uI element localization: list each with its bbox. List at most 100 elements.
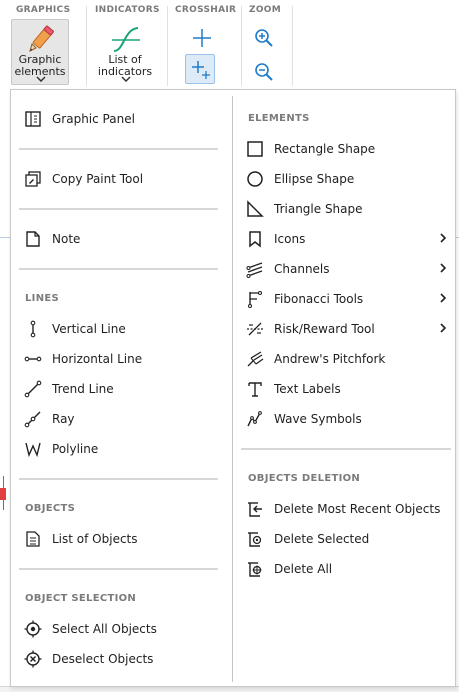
- menu-item-list-of-objects[interactable]: List of Objects: [17, 525, 222, 553]
- note-icon: [26, 231, 40, 247]
- section-header-object-selection: OBJECT SELECTION: [25, 593, 137, 604]
- list-of-indicators-button[interactable]: List of indicators: [96, 19, 154, 85]
- menu-item-ray[interactable]: Ray: [17, 405, 222, 433]
- channels-icon: [246, 262, 263, 278]
- menu-item-label: Trend Line: [52, 382, 114, 396]
- bookmark-icon: [249, 231, 261, 248]
- trend-line-icon: [24, 380, 42, 398]
- menu-item-polyline[interactable]: Polyline: [17, 435, 222, 463]
- menu-item-ellipse-shape[interactable]: Ellipse Shape: [239, 165, 449, 193]
- menu-separator: [19, 208, 218, 210]
- chevron-down-icon: [121, 76, 131, 82]
- menu-item-label: Select All Objects: [52, 622, 157, 636]
- menu-item-select-all-objects[interactable]: Select All Objects: [17, 615, 222, 643]
- horizontal-line-icon: [24, 356, 42, 362]
- menu-item-label: Wave Symbols: [274, 412, 362, 426]
- menu-item-label: Channels: [274, 262, 330, 276]
- menu-item-andrews-pitchfork[interactable]: Andrew's Pitchfork: [239, 345, 449, 373]
- polyline-icon: [25, 442, 41, 458]
- chart-candle: [0, 488, 6, 500]
- menu-separator: [241, 448, 451, 450]
- menu-item-label: Rectangle Shape: [274, 142, 376, 156]
- menu-separator: [19, 478, 218, 480]
- rectangle-icon: [247, 141, 263, 157]
- menu-item-label: Horizontal Line: [52, 352, 143, 366]
- graphic-elements-label: Graphic elements: [14, 53, 66, 78]
- delete-all-icon: [248, 562, 262, 577]
- menu-item-copy-paint-tool[interactable]: Copy Paint Tool: [17, 165, 222, 193]
- zoom-in-icon: [255, 29, 273, 47]
- section-header-objects: OBJECTS: [25, 503, 76, 514]
- menu-item-label: Andrew's Pitchfork: [274, 352, 386, 366]
- menu-item-label: Note: [52, 232, 81, 246]
- list-of-indicators-label: List of indicators: [97, 53, 153, 78]
- menu-item-label: List of Objects: [52, 532, 138, 546]
- menu-separator: [19, 148, 218, 150]
- menu-item-label: Vertical Line: [52, 322, 126, 336]
- wave-icon: [247, 411, 262, 427]
- menu-item-rectangle-shape[interactable]: Rectangle Shape: [239, 135, 449, 163]
- zoom-group: ZOOM: [242, 0, 292, 92]
- menu-item-trend-line[interactable]: Trend Line: [17, 375, 222, 403]
- menu-item-risk-reward-tool[interactable]: Risk/Reward Tool: [239, 315, 449, 343]
- zoom-in-button[interactable]: [248, 22, 278, 52]
- graphic-elements-button[interactable]: Graphic elements: [11, 19, 69, 85]
- chevron-right-icon: [440, 233, 447, 243]
- menu-item-delete-all[interactable]: Delete All: [239, 555, 449, 583]
- menu-item-graphic-panel[interactable]: Graphic Panel: [17, 105, 222, 133]
- menu-item-text-labels[interactable]: Text Labels: [239, 375, 449, 403]
- delete-recent-icon: [248, 502, 262, 517]
- section-header-elements: ELEMENTS: [248, 113, 310, 124]
- crosshair-plus-icon: [192, 61, 210, 79]
- risk-reward-icon: [247, 322, 263, 336]
- group-separator: [292, 6, 293, 86]
- menu-item-triangle-shape[interactable]: Triangle Shape: [239, 195, 449, 223]
- indicator-curve-icon: [112, 27, 140, 52]
- menu-item-label: Delete All: [274, 562, 333, 576]
- menu-item-horizontal-line[interactable]: Horizontal Line: [17, 345, 222, 373]
- chevron-right-icon: [440, 263, 447, 273]
- crosshair-icon: [193, 29, 211, 47]
- menu-item-fibonacci-tools[interactable]: Fibonacci Tools: [239, 285, 449, 313]
- section-header-lines: LINES: [25, 293, 59, 304]
- menu-item-label: Ellipse Shape: [274, 172, 355, 186]
- chevron-down-icon: [36, 76, 46, 82]
- ribbon-toolbar: GRAPHICS Graphic elements INDICATORS Lis…: [0, 0, 459, 92]
- menu-item-label: Delete Selected: [274, 532, 370, 546]
- chevron-right-icon: [440, 323, 447, 333]
- menu-item-delete-most-recent[interactable]: Delete Most Recent Objects: [239, 495, 449, 523]
- menu-item-label: Ray: [52, 412, 75, 426]
- panel-icon: [25, 111, 41, 127]
- pencil-icon: [29, 25, 54, 52]
- crosshair-group: CROSSHAIR: [168, 0, 241, 92]
- pitchfork-icon: [247, 351, 264, 367]
- chart-gridline: [0, 237, 10, 238]
- menu-item-label: Text Labels: [274, 382, 341, 396]
- group-title-crosshair: CROSSHAIR: [175, 5, 237, 15]
- menu-item-channels[interactable]: Channels: [239, 255, 449, 283]
- indicators-group: INDICATORS List of indicators: [87, 0, 167, 92]
- target-deselect-icon: [24, 650, 42, 668]
- crosshair-magnet-button[interactable]: [185, 54, 215, 84]
- menu-separator: [19, 268, 218, 270]
- menu-item-wave-symbols[interactable]: Wave Symbols: [239, 405, 449, 433]
- menu-item-note[interactable]: Note: [17, 225, 222, 253]
- text-t-icon: [248, 382, 262, 397]
- zoom-out-button[interactable]: [248, 56, 278, 86]
- menu-separator: [19, 568, 218, 570]
- menu-item-icons[interactable]: Icons: [239, 225, 449, 253]
- menu-item-delete-selected[interactable]: Delete Selected: [239, 525, 449, 553]
- zoom-out-icon: [255, 63, 273, 81]
- crosshair-button[interactable]: [186, 22, 216, 52]
- menu-item-deselect-objects[interactable]: Deselect Objects: [17, 645, 222, 673]
- list-document-icon: [26, 531, 40, 547]
- vertical-line-icon: [30, 320, 36, 338]
- group-title-graphics: GRAPHICS: [16, 5, 71, 15]
- fibonacci-icon: [248, 291, 262, 308]
- group-title-zoom: ZOOM: [249, 5, 281, 15]
- menu-item-vertical-line[interactable]: Vertical Line: [17, 315, 222, 343]
- copy-paint-icon: [25, 171, 41, 187]
- triangle-icon: [247, 200, 264, 217]
- delete-selected-icon: [248, 532, 262, 547]
- menu-item-label: Copy Paint Tool: [52, 172, 144, 186]
